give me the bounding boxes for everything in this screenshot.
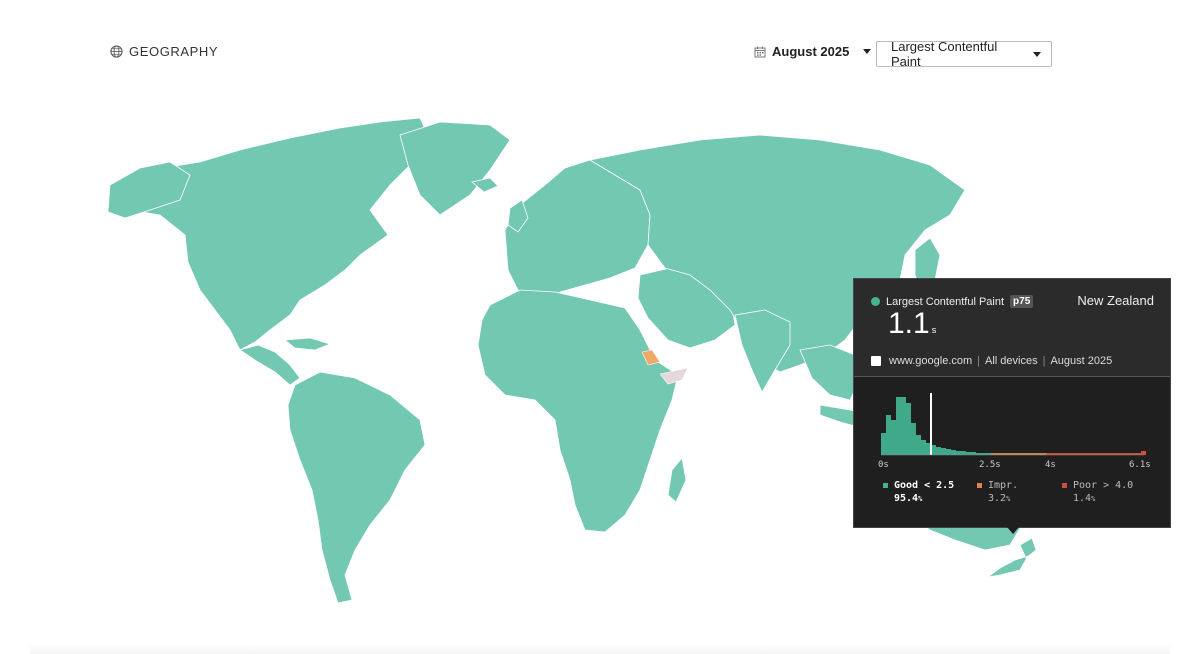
- histogram-bar: [941, 448, 946, 455]
- caribbean-region[interactable]: [283, 337, 332, 351]
- tooltip-origin: www.google.com: [889, 355, 973, 367]
- poor-swatch: [1062, 482, 1067, 488]
- histogram-bar: [961, 451, 966, 455]
- histogram-bar: [906, 403, 911, 455]
- histogram-bar: [971, 452, 976, 455]
- histogram-bar: [881, 433, 886, 455]
- lcp-histogram: 0s 2.5s 4s 6.1s: [878, 393, 1151, 470]
- tooltip-arrow: [1007, 527, 1019, 534]
- legend-poor-pct: 1.4: [1073, 493, 1092, 504]
- axis-tick-1: 2.5s: [979, 460, 1001, 470]
- bottom-divider: [30, 644, 1170, 654]
- country-tooltip: Largest Contentful Paint p75 New Zealand…: [853, 278, 1171, 528]
- histogram-bar: [946, 449, 951, 455]
- axis-tick-0: 0s: [878, 460, 889, 470]
- tooltip-country: New Zealand: [1077, 293, 1154, 308]
- tooltip-period: August 2025: [1050, 355, 1113, 367]
- improve-swatch: [977, 482, 982, 488]
- separator: |: [977, 355, 981, 367]
- tooltip-metric: Largest Contentful Paint: [886, 295, 1005, 308]
- histogram-bar: [956, 451, 961, 455]
- axis-tick-2: 4s: [1045, 460, 1056, 470]
- checkbox-icon[interactable]: [871, 356, 881, 366]
- tooltip-value: 1.1: [888, 307, 930, 340]
- histogram-bar: [901, 397, 906, 455]
- legend-poor-label: Poor > 4.0: [1073, 480, 1134, 491]
- tooltip-device: All devices: [985, 355, 1038, 367]
- histogram-bar: [921, 440, 926, 455]
- legend-improve-label: Impr.: [988, 480, 1019, 491]
- good-swatch: [883, 482, 888, 488]
- legend-good: Good < 2.5 95.4%: [883, 479, 954, 506]
- south-america-region[interactable]: [287, 371, 426, 604]
- histogram-bar: [966, 452, 971, 455]
- histogram-bar: [1141, 451, 1146, 455]
- histogram-bar: [936, 447, 941, 455]
- legend-improve-pct: 3.2: [988, 493, 1007, 504]
- tooltip-value-unit: s: [931, 325, 937, 335]
- histogram-bar: [911, 423, 916, 455]
- histogram-bar: [951, 450, 956, 455]
- africa-region[interactable]: [477, 289, 679, 533]
- north-america-region[interactable]: [109, 117, 431, 351]
- histogram-bar: [916, 435, 921, 455]
- madagascar-region[interactable]: [667, 457, 687, 503]
- separator: |: [1042, 355, 1046, 367]
- greenland-region[interactable]: [399, 121, 511, 216]
- central-america-region[interactable]: [239, 344, 301, 386]
- histogram-bar: [896, 397, 901, 455]
- histogram-bars: [881, 397, 1146, 455]
- southeast-asia-region[interactable]: [799, 344, 861, 401]
- histogram-bar: [891, 420, 896, 455]
- good-dot-icon: [871, 297, 880, 306]
- india-region[interactable]: [734, 309, 791, 393]
- histogram-bar: [886, 415, 891, 455]
- legend-improve: Impr. 3.2%: [977, 479, 1018, 506]
- legend-good-label: Good < 2.5: [894, 480, 955, 491]
- legend-poor: Poor > 4.0 1.4%: [1062, 479, 1133, 506]
- axis-tick-3: 6.1s: [1129, 460, 1151, 470]
- percentile-badge: p75: [1010, 295, 1034, 308]
- legend-good-pct: 95.4: [894, 493, 919, 504]
